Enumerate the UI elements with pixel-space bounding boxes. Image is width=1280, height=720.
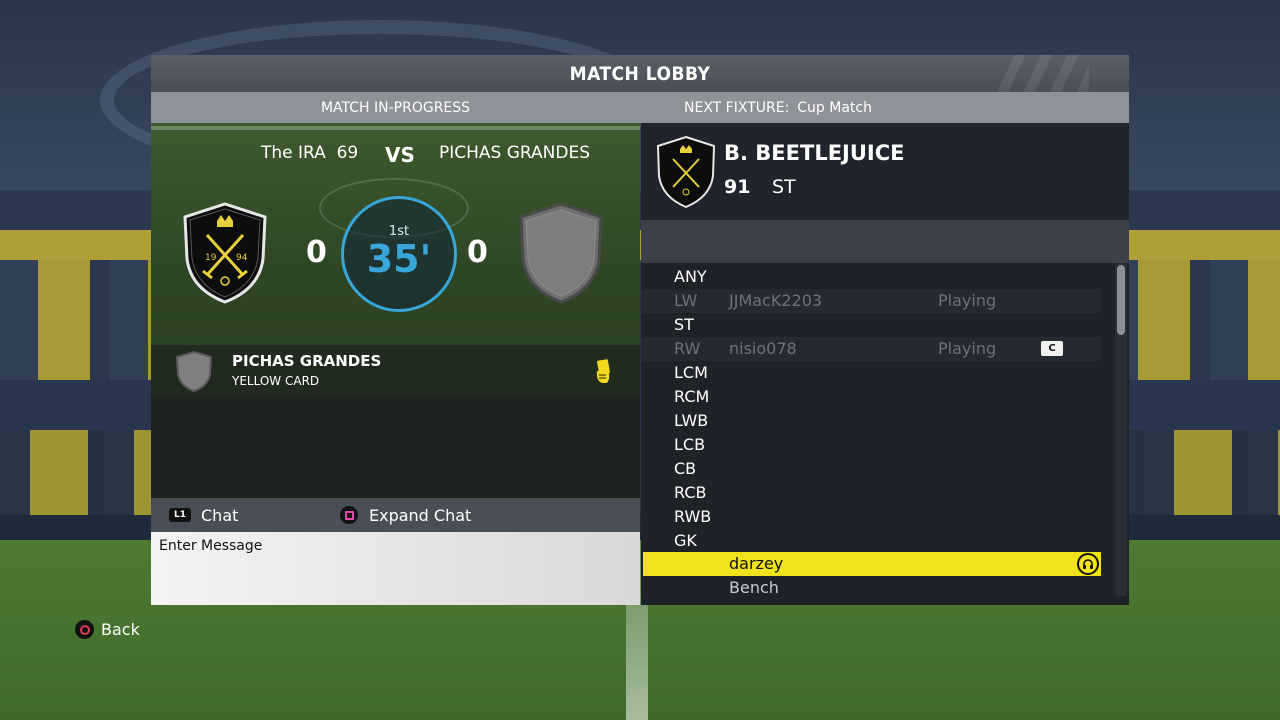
fixture-value: Cup Match (797, 99, 872, 116)
crest-year-right: 94 (236, 253, 248, 263)
match-panel: The IRA 69 VS PICHAS GRANDES 19 94 0 1st… (151, 123, 640, 498)
pitch-ad-line (151, 126, 640, 130)
position-row-any[interactable]: ANY (641, 265, 1101, 289)
position-label: LCM (674, 363, 708, 382)
position-player-status: Playing (938, 339, 997, 358)
player-club-crest-icon (656, 135, 716, 209)
match-clock: 1st 35' (341, 196, 457, 312)
match-status-bar: MATCH IN-PROGRESS (151, 92, 640, 123)
position-label: RWB (674, 507, 712, 526)
away-score: 0 (467, 235, 488, 270)
position-row-cb[interactable]: CB (641, 457, 1101, 481)
chat-label: Chat (201, 505, 239, 525)
vs-label: VS (385, 143, 415, 167)
match-status: MATCH IN-PROGRESS (320, 99, 471, 116)
square-button-icon (340, 506, 358, 524)
position-label: ST (674, 315, 694, 334)
headset-icon (1077, 553, 1099, 575)
player-rating: 91 (724, 176, 751, 198)
position-label: LW (674, 291, 698, 310)
event-type: YELLOW CARD (232, 374, 320, 388)
position-label: CB (674, 459, 697, 478)
position-label: LWB (674, 411, 709, 430)
position-row-rcb[interactable]: RCB (641, 481, 1101, 505)
expand-chat-button[interactable]: Expand Chat (340, 506, 471, 525)
position-row-st[interactable]: ST (641, 313, 1101, 337)
match-event-row: PICHAS GRANDES YELLOW CARD (151, 345, 640, 397)
home-crest-icon: 19 94 (183, 202, 267, 304)
position-label: GK (674, 531, 697, 550)
back-label: Back (101, 620, 140, 639)
event-team-crest-icon (175, 350, 213, 392)
crest-year-left: 19 (205, 253, 217, 263)
circle-button-icon (75, 620, 94, 639)
position-row-lwb[interactable]: LWB (641, 409, 1101, 433)
back-button[interactable]: Back (75, 620, 140, 639)
position-label: RW (674, 339, 701, 358)
position-row-rwb[interactable]: RWB (641, 505, 1101, 529)
bench-label: Bench (729, 578, 779, 597)
player-card-divider (641, 220, 1129, 263)
away-team-name: PICHAS GRANDES (439, 143, 591, 163)
event-list-empty-area (151, 397, 640, 498)
page-title: MATCH LOBBY (569, 62, 711, 85)
position-row-selected-player[interactable]: darzey (643, 552, 1101, 576)
match-lobby-panel: MATCH LOBBY MATCH IN-PROGRESS NEXT FIXTU… (151, 55, 1129, 605)
position-list[interactable]: ANY LW JJMacK2203 Playing ST RW nisio078… (641, 263, 1129, 605)
l1-button-icon: L1 (169, 508, 191, 522)
position-player-name: nisio078 (729, 339, 797, 358)
position-row-rcm[interactable]: RCM (641, 385, 1101, 409)
scrollbar-thumb[interactable] (1117, 265, 1125, 335)
home-score: 0 (306, 235, 327, 270)
position-row-gk[interactable]: GK (641, 529, 1101, 553)
player-position: ST (772, 176, 796, 198)
away-crest-icon (519, 202, 603, 304)
event-team-name: PICHAS GRANDES (232, 352, 382, 370)
position-label: RCM (674, 387, 710, 406)
position-row-bench[interactable]: Bench (641, 576, 1101, 600)
expand-chat-label: Expand Chat (369, 505, 472, 525)
position-row-rw[interactable]: RW nisio078 Playing C (641, 337, 1101, 361)
position-row-lcm[interactable]: LCM (641, 361, 1101, 385)
chat-message-input[interactable]: Enter Message (151, 532, 640, 605)
home-team-name: The IRA 69 (261, 143, 359, 163)
match-minute: 35' (366, 236, 432, 281)
fixture-bar: NEXT FIXTURE: Cup Match (640, 92, 1129, 123)
position-label: ANY (674, 267, 707, 286)
position-row-lw[interactable]: LW JJMacK2203 Playing (641, 289, 1101, 313)
title-bar: MATCH LOBBY (151, 55, 1129, 92)
position-label: LCB (674, 435, 706, 454)
position-row-lcb[interactable]: LCB (641, 433, 1101, 457)
yellow-card-icon (596, 359, 610, 383)
scoreline-teams: The IRA 69 VS PICHAS GRANDES (151, 143, 640, 167)
chat-bar: L1 Chat Expand Chat (151, 498, 640, 532)
player-name: B. BEETLEJUICE (724, 141, 905, 165)
position-list-scrollbar[interactable] (1115, 263, 1127, 596)
chat-button[interactable]: L1 Chat (169, 506, 238, 525)
position-player-status: Playing (938, 291, 997, 310)
fixture-label: NEXT FIXTURE: (684, 99, 790, 116)
chat-placeholder: Enter Message (159, 538, 263, 554)
position-player-name: JJMacK2203 (729, 291, 823, 310)
player-card: B. BEETLEJUICE 91 ST (641, 123, 1129, 220)
position-label: RCB (674, 483, 707, 502)
captain-badge: C (1041, 341, 1063, 356)
selected-player-name: darzey (729, 554, 784, 573)
